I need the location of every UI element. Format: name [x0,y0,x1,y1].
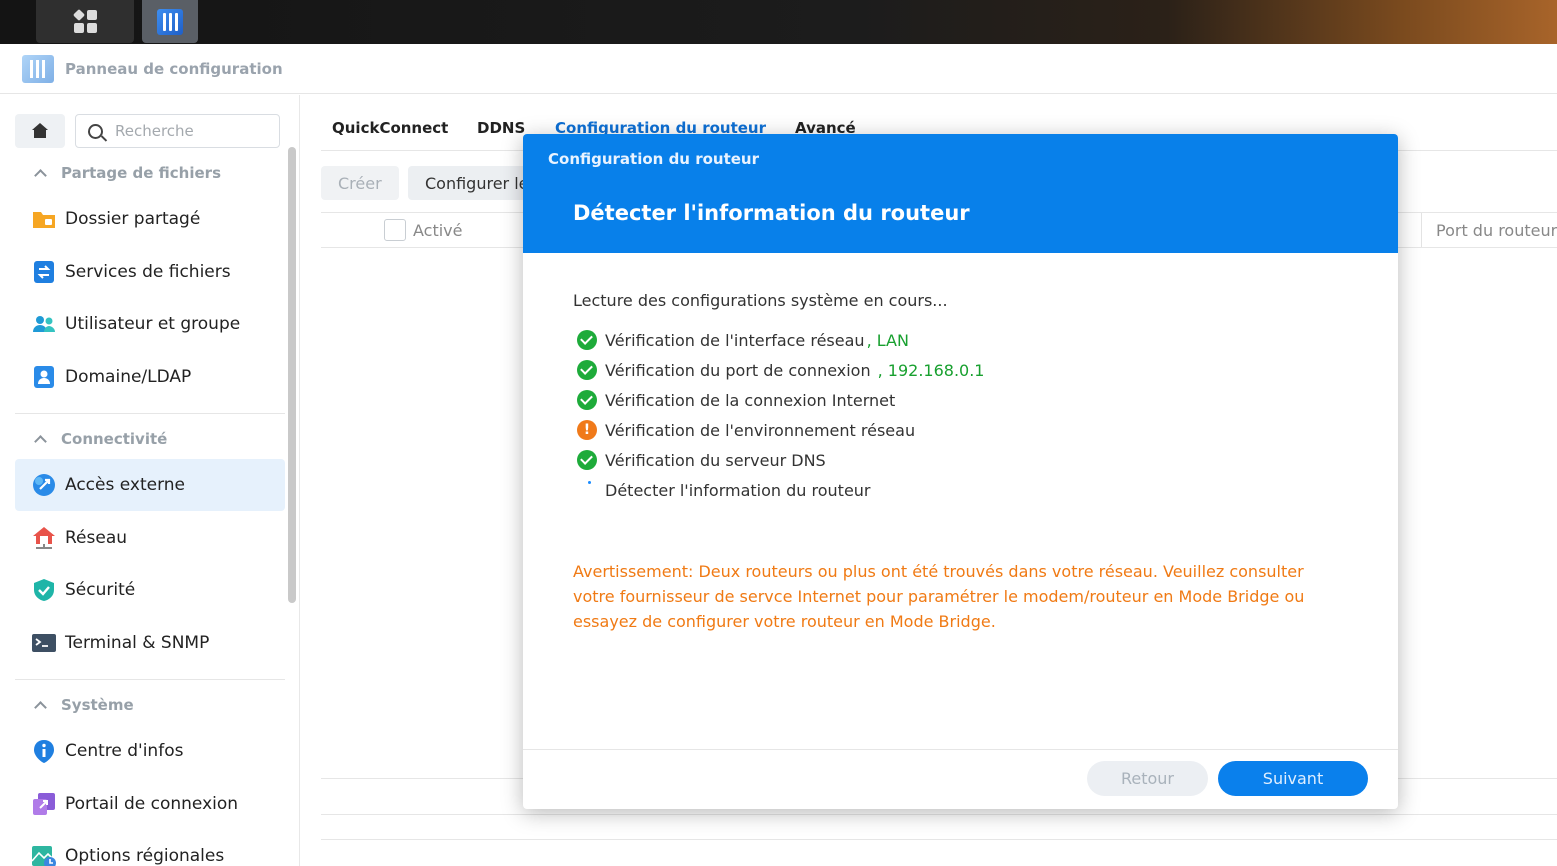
check-circle-icon [577,330,597,350]
sidebar-item-regional-options[interactable]: Options régionales [15,830,285,866]
sidebar-item-shared-folder[interactable]: Dossier partagé [15,193,285,245]
step-label: Vérification du port de connexion [605,360,871,380]
dialog-header: Configuration du routeur Détecter l'info… [523,134,1398,253]
main-menu-button[interactable] [36,0,134,43]
control-panel-icon [157,8,183,35]
regional-options-icon [31,843,57,866]
step-value: , 192.168.0.1 [877,360,985,380]
section-file-sharing[interactable]: Partage de fichiers [34,164,221,182]
chevron-up-icon [34,701,47,714]
sidebar-item-label: Domaine/LDAP [65,367,192,387]
sidebar-item-label: Utilisateur et groupe [65,314,241,334]
step-network-environment: ! Vérification de l'environnement réseau [577,419,915,441]
window-header: Panneau de configuration [0,44,1557,94]
warning-message: Avertissement: Deux routeurs ou plus ont… [573,562,1305,631]
step-network-interface: Vérification de l'interface réseau, LAN [577,329,909,351]
chevron-up-icon [34,169,47,182]
step-label: Vérification de la connexion Internet [605,390,896,410]
step-dns-server: Vérification du serveur DNS [577,449,826,471]
terminal-icon [31,630,57,656]
column-enabled[interactable]: Activé [413,221,463,240]
divider [321,814,1557,815]
search-box [75,114,280,148]
router-config-dialog: Configuration du routeur Détecter l'info… [523,134,1398,809]
step-internet-connection: Vérification de la connexion Internet [577,389,895,411]
dialog-window-title: Configuration du routeur [548,150,760,168]
section-label: Partage de fichiers [61,164,221,182]
dialog-footer-divider [523,749,1398,750]
network-home-icon [31,525,57,551]
domain-icon [31,364,57,390]
sidebar-scrollbar[interactable] [288,147,296,603]
sidebar-item-label: Services de fichiers [65,262,231,282]
home-button[interactable] [15,114,65,148]
sidebar-item-terminal-snmp[interactable]: Terminal & SNMP [15,617,285,669]
create-button[interactable]: Créer [321,166,399,200]
section-label: Système [61,696,134,714]
search-input[interactable] [115,122,265,140]
step-label: Vérification de l'interface réseau [605,330,865,350]
loading-spinner-icon [577,480,597,500]
step-label: Vérification du serveur DNS [605,450,826,470]
sidebar-item-info-center[interactable]: Centre d'infos [15,725,285,777]
tab-ddns[interactable]: DDNS [477,119,525,137]
sidebar-item-label: Réseau [65,528,128,548]
sidebar-item-domain-ldap[interactable]: Domaine/LDAP [15,351,285,403]
sidebar: Partage de fichiers Dossier partagé Serv… [0,95,300,866]
taskbar [0,0,1557,44]
step-detect-router: Détecter l'information du routeur [577,479,871,501]
info-icon [31,738,57,764]
chevron-up-icon [34,435,47,448]
dialog-title: Détecter l'information du routeur [573,201,970,225]
section-connectivity[interactable]: Connectivité [34,430,168,448]
sidebar-item-label: Portail de connexion [65,794,239,814]
file-services-icon [31,259,57,285]
sidebar-item-label: Dossier partagé [65,209,201,229]
sidebar-item-external-access[interactable]: Accès externe [15,459,285,511]
column-router-port[interactable]: Port du routeur [1436,221,1557,240]
section-label: Connectivité [61,430,168,448]
check-circle-icon [577,390,597,410]
section-system[interactable]: Système [34,696,134,714]
sidebar-item-label: Options régionales [65,846,225,866]
select-all-checkbox[interactable] [384,219,406,241]
sidebar-item-user-group[interactable]: Utilisateur et groupe [15,298,285,350]
check-circle-icon [577,360,597,380]
dialog-lead-text: Lecture des configurations système en co… [573,291,948,310]
next-button[interactable]: Suivant [1218,761,1368,796]
divider [321,839,1557,840]
sidebar-item-label: Terminal & SNMP [65,633,210,653]
search-icon [88,123,103,139]
sidebar-item-security[interactable]: Sécurité [15,564,285,616]
divider [15,413,285,414]
step-value: , LAN [866,330,909,350]
sidebar-item-login-portal[interactable]: Portail de connexion [15,778,285,830]
sidebar-item-label: Accès externe [65,475,186,495]
tab-quickconnect[interactable]: QuickConnect [332,119,448,137]
sidebar-item-label: Sécurité [65,580,136,600]
window-title: Panneau de configuration [65,59,283,78]
step-label: Détecter l'information du routeur [605,480,871,500]
taskbar-control-panel-button[interactable] [142,0,198,43]
step-connection-port: Vérification du port de connexion , 192.1… [577,359,984,381]
warning-icon: ! [577,420,597,440]
check-circle-icon [577,450,597,470]
sidebar-item-file-services[interactable]: Services de fichiers [15,246,285,298]
apps-grid-icon [72,8,97,33]
home-icon [31,123,49,139]
shield-icon [31,577,57,603]
sidebar-item-network[interactable]: Réseau [15,512,285,564]
control-panel-icon [22,54,54,83]
sidebar-item-label: Centre d'infos [65,741,184,761]
back-button[interactable]: Retour [1087,761,1208,796]
column-separator [1421,213,1422,247]
users-icon [31,311,57,337]
login-portal-icon [31,791,57,817]
divider [15,679,285,680]
folder-icon [31,206,57,232]
external-access-icon [31,472,57,498]
step-label: Vérification de l'environnement réseau [605,420,916,440]
